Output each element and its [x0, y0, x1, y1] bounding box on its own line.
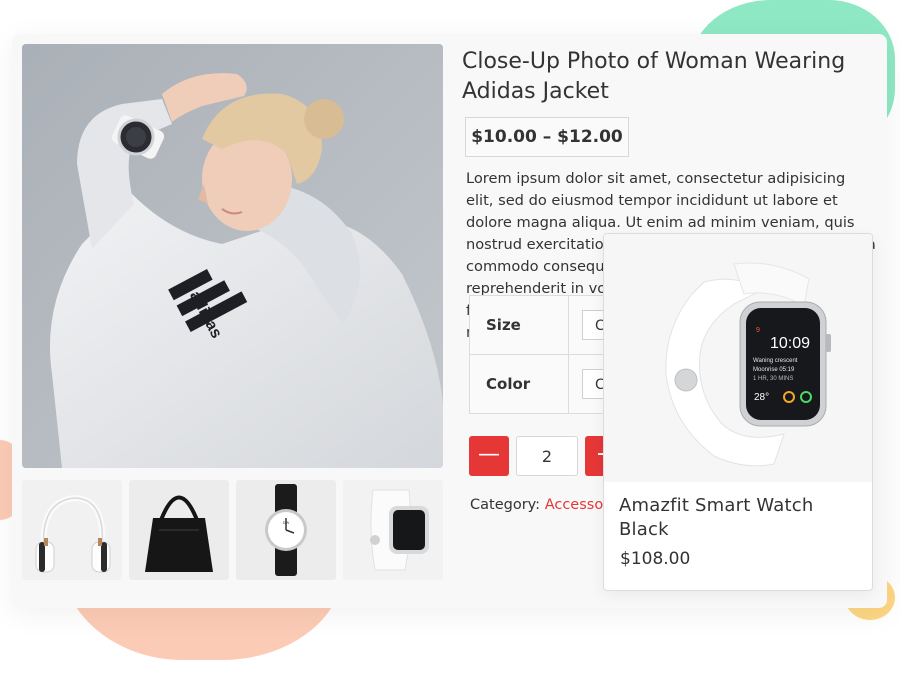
headphones-icon	[22, 480, 122, 580]
apple-watch-image: 9 10:09 Waning crescent Moonrise 05:19 1…	[604, 234, 872, 482]
smartwatch-icon	[343, 480, 443, 580]
product-quickview-page: adidas DW Close-Up Photo of Woman Wearin…	[0, 0, 900, 674]
main-product-image[interactable]: adidas	[22, 44, 443, 468]
svg-text:DW: DW	[283, 520, 290, 525]
watch-temp: 28°	[754, 392, 769, 403]
thumbnail-headphones[interactable]	[22, 480, 122, 580]
thumbnail-strip: DW	[22, 480, 443, 580]
handbag-icon	[129, 480, 229, 580]
watch-line-3: 1 HR, 30 MINS	[753, 376, 793, 382]
thumbnail-handbag[interactable]	[129, 480, 229, 580]
related-product-popup[interactable]: 9 10:09 Waning crescent Moonrise 05:19 1…	[603, 233, 873, 591]
quantity-decrease-button[interactable]: —	[469, 436, 509, 476]
product-title: Close-Up Photo of Woman Wearing Adidas J…	[462, 49, 846, 104]
price-range: $10.00 – $12.00	[465, 117, 629, 157]
watch-line-1: Waning crescent	[753, 358, 798, 364]
popup-product-image[interactable]: 9 10:09 Waning crescent Moonrise 05:19 1…	[604, 234, 872, 482]
watch-time: 10:09	[770, 335, 810, 352]
watch-day: 9	[756, 327, 760, 334]
quantity-input[interactable]	[516, 436, 578, 476]
category-label: Category:	[470, 497, 541, 513]
thumbnail-wristwatch[interactable]: DW	[236, 480, 336, 580]
color-label: Color	[469, 354, 569, 414]
watch-line-2: Moonrise 05:19	[753, 367, 795, 373]
thumbnail-smartwatch[interactable]	[343, 480, 443, 580]
size-label: Size	[469, 295, 569, 355]
wristwatch-icon: DW	[236, 480, 336, 580]
popup-product-price: $108.00	[620, 549, 691, 569]
woman-jacket-photo: adidas	[22, 44, 443, 468]
popup-product-title[interactable]: Amazfit Smart Watch Black	[619, 494, 859, 542]
